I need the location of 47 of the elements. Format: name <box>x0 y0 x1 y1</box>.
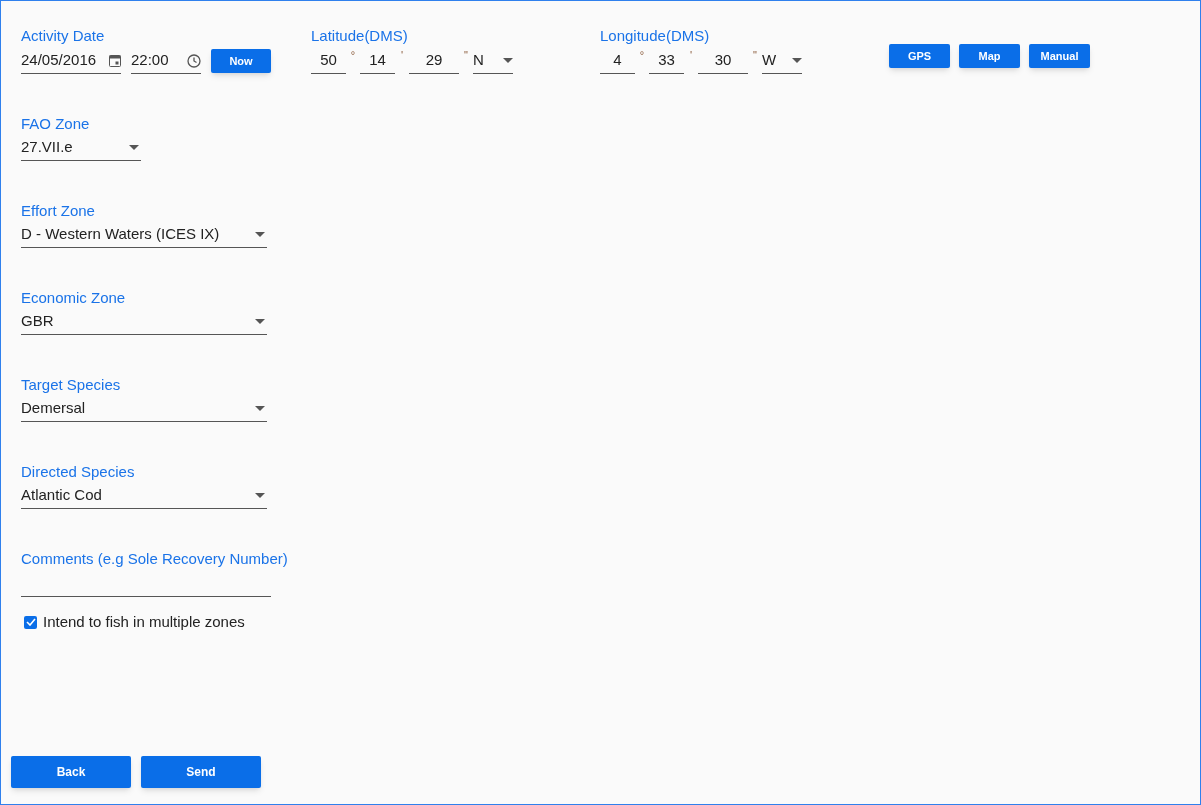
dropdown[interactable]: D - Western Waters (ICES IX) <box>21 222 267 248</box>
calendar-icon <box>109 54 121 67</box>
unit-mark: ' <box>688 48 694 62</box>
field-label: Longitude(DMS) <box>600 26 710 46</box>
number-field[interactable]: 30 <box>698 48 748 74</box>
field-label: Directed Species <box>21 462 135 482</box>
field-label: Economic Zone <box>21 288 126 308</box>
now-button[interactable]: Now <box>211 49 271 73</box>
caret-icon <box>129 145 139 150</box>
field-label: Latitude(DMS) <box>311 26 408 46</box>
checkbox[interactable] <box>24 615 37 629</box>
location-button[interactable]: Manual <box>1029 44 1090 68</box>
location-button[interactable]: GPS <box>889 44 950 68</box>
number-field[interactable]: 29 <box>409 48 459 74</box>
caret-icon <box>255 232 265 237</box>
location-button[interactable]: Map <box>959 44 1020 68</box>
caret-icon <box>255 493 265 498</box>
caret-icon <box>255 406 265 411</box>
number-field[interactable]: 4 <box>600 48 635 74</box>
unit-mark: ' <box>399 48 405 62</box>
caret-icon <box>792 58 802 63</box>
field-label: FAO Zone <box>21 114 90 134</box>
unit-mark: " <box>463 48 469 62</box>
number-field[interactable]: 14 <box>360 48 395 74</box>
field-label: Activity Date <box>21 26 105 46</box>
unit-mark: ° <box>638 48 646 62</box>
checkbox-label: Intend to fish in multiple zones <box>43 612 245 632</box>
time-field[interactable]: 22:00 <box>131 48 201 74</box>
field-label: Effort Zone <box>21 201 95 221</box>
unit-mark: ° <box>349 48 357 62</box>
caret-icon <box>255 319 265 324</box>
hemisphere-dropdown[interactable]: N <box>473 48 513 74</box>
dropdown[interactable]: GBR <box>21 309 267 335</box>
field-label: Comments (e.g Sole Recovery Number) <box>21 549 288 569</box>
number-field[interactable]: 33 <box>649 48 684 74</box>
dropdown[interactable]: 27.VII.e <box>21 135 141 161</box>
dropdown[interactable]: Demersal <box>21 396 267 422</box>
field-label: Target Species <box>21 375 121 395</box>
action-button[interactable]: Back <box>11 756 131 788</box>
date-field[interactable]: 24/05/2016 <box>21 48 121 74</box>
dropdown[interactable]: Atlantic Cod <box>21 483 267 509</box>
hemisphere-dropdown[interactable]: W <box>762 48 802 74</box>
caret-icon <box>503 58 513 63</box>
unit-mark: " <box>752 48 758 62</box>
clock-icon <box>187 53 201 68</box>
number-field[interactable]: 50 <box>311 48 346 74</box>
action-button[interactable]: Send <box>141 756 261 788</box>
